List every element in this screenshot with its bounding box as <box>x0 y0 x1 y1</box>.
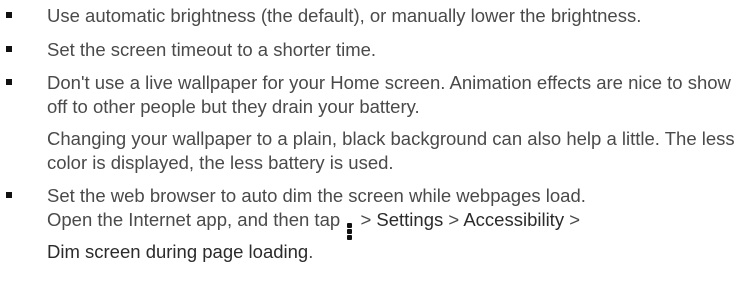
wallpaper-note: Changing your wallpaper to a plain, blac… <box>0 127 754 174</box>
browser-steps-prefix: Open the Internet app, and then tap <box>47 208 341 230</box>
dim-screen-option-label: Dim screen during page loading <box>47 240 309 262</box>
sentence-end: . <box>308 240 314 262</box>
battery-tips-document: Use automatic brightness (the default), … <box>0 0 754 263</box>
bullet-icon <box>6 45 12 52</box>
accessibility-label: Accessibility <box>463 208 565 230</box>
tip-brightness: Use automatic brightness (the default), … <box>0 4 754 28</box>
tip-text: Set the screen timeout to a shorter time… <box>47 38 377 60</box>
overflow-menu-icon <box>347 222 353 240</box>
tip-text: Set the web browser to auto dim the scre… <box>47 185 586 206</box>
tip-text: Don't use a live wallpaper for your Home… <box>47 72 731 117</box>
tip-screen-timeout: Set the screen timeout to a shorter time… <box>0 38 754 62</box>
bullet-icon <box>6 79 12 85</box>
step-separator: > <box>448 208 460 230</box>
step-separator: > <box>360 208 372 230</box>
tip-live-wallpaper: Don't use a live wallpaper for your Home… <box>0 71 754 118</box>
tip-text: Use automatic brightness (the default), … <box>47 5 642 26</box>
step-separator: > <box>569 208 581 230</box>
bullet-icon <box>6 12 12 18</box>
wallpaper-note-text: Changing your wallpaper to a plain, blac… <box>47 128 735 173</box>
bullet-icon <box>6 192 12 198</box>
tip-browser-dim: Set the web browser to auto dim the scre… <box>0 184 754 263</box>
settings-label: Settings <box>376 208 444 230</box>
